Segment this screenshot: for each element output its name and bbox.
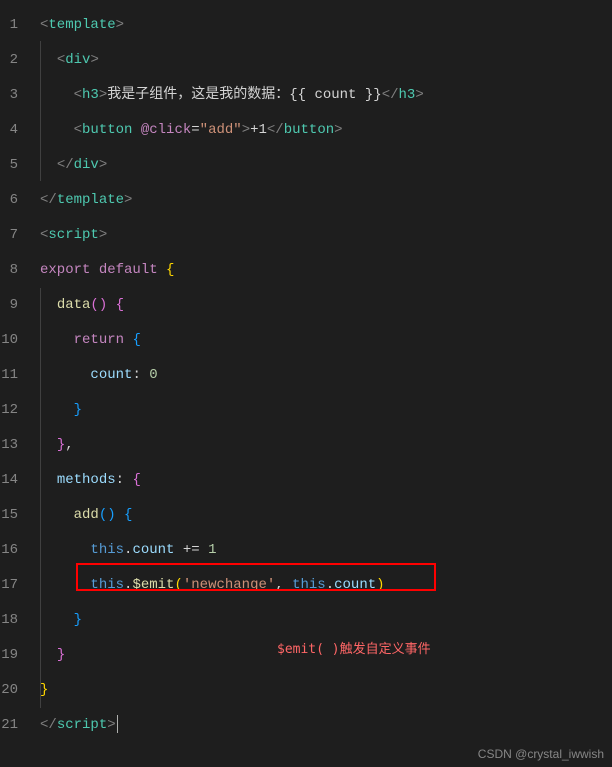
line-number-gutter: 1 2 3 4 5 6 7 8 9 10 11 12 13 14 15 16 1…: [0, 0, 32, 767]
code-line: <h3>我是子组件，这是我的数据：{{ count }}</h3>: [40, 78, 612, 113]
code-line: add() {: [40, 498, 612, 533]
line-number: 1: [0, 8, 24, 43]
code-line: <script>: [40, 218, 612, 253]
code-line: data() {: [40, 288, 612, 323]
code-area[interactable]: <template> <div> <h3>我是子组件，这是我的数据：{{ cou…: [32, 0, 612, 767]
code-line: </div>: [40, 148, 612, 183]
line-number: 18: [0, 603, 24, 638]
line-number: 3: [0, 78, 24, 113]
code-line: this.count += 1: [40, 533, 612, 568]
line-number: 14: [0, 463, 24, 498]
code-line: count: 0: [40, 358, 612, 393]
code-line: <div>: [40, 43, 612, 78]
code-line: return {: [40, 323, 612, 358]
line-number: 17: [0, 568, 24, 603]
code-line: }: [40, 603, 612, 638]
line-number: 8: [0, 253, 24, 288]
code-editor: 1 2 3 4 5 6 7 8 9 10 11 12 13 14 15 16 1…: [0, 0, 612, 767]
code-line: this.$emit('newchange', this.count): [40, 568, 612, 603]
code-line: export default {: [40, 253, 612, 288]
line-number: 4: [0, 113, 24, 148]
line-number: 15: [0, 498, 24, 533]
line-number: 13: [0, 428, 24, 463]
code-line: methods: {: [40, 463, 612, 498]
line-number: 11: [0, 358, 24, 393]
code-line: <template>: [40, 8, 612, 43]
annotation-label: $emit( )触发自定义事件: [277, 638, 431, 657]
line-number: 6: [0, 183, 24, 218]
code-line: }: [40, 673, 612, 708]
line-number: 16: [0, 533, 24, 568]
line-number: 7: [0, 218, 24, 253]
line-number: 19: [0, 638, 24, 673]
line-number: 21: [0, 708, 24, 743]
line-number: 9: [0, 288, 24, 323]
code-line: </template>: [40, 183, 612, 218]
line-number: 20: [0, 673, 24, 708]
code-line: },: [40, 428, 612, 463]
code-line: </script>: [40, 708, 612, 743]
code-line: <button @click="add">+1</button>: [40, 113, 612, 148]
text-cursor: [117, 715, 118, 733]
watermark: CSDN @crystal_iwwish: [478, 747, 604, 761]
code-line: }: [40, 393, 612, 428]
line-number: 5: [0, 148, 24, 183]
line-number: 10: [0, 323, 24, 358]
line-number: 2: [0, 43, 24, 78]
line-number: 12: [0, 393, 24, 428]
